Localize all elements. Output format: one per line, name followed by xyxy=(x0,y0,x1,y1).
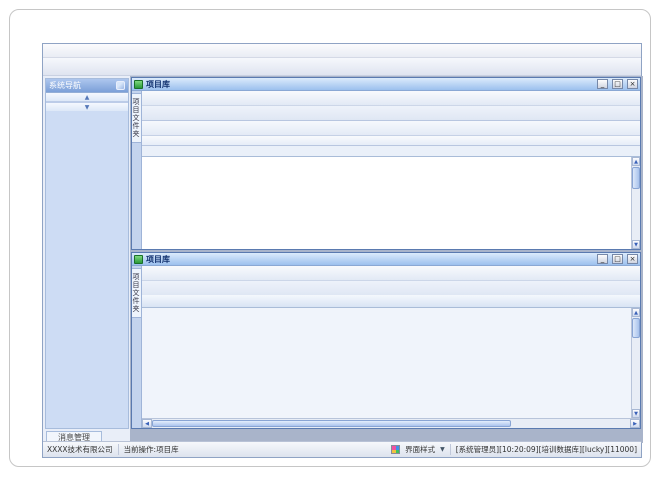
close-button[interactable]: × xyxy=(627,254,638,264)
interface-style-button[interactable]: 界面样式 xyxy=(405,444,435,455)
app-window: 系统导航 ▲ ▼ 消息管理 项目库 _ □ × 项目文件夹 xyxy=(42,43,642,458)
table-vertical-scrollbar[interactable]: ▲ ▼ xyxy=(631,308,640,418)
gantt-tab-strip xyxy=(142,106,640,120)
current-operation: 当前操作:项目库 xyxy=(124,444,179,455)
side-tabstrip: 项目文件夹 xyxy=(132,266,142,428)
project-window-icon xyxy=(134,80,143,89)
sidebar-title: 系统导航 xyxy=(49,80,81,91)
minimize-button[interactable]: _ xyxy=(597,254,608,264)
pin-icon[interactable] xyxy=(116,81,125,90)
scroll-down-arrow[interactable]: ▼ xyxy=(632,409,640,418)
table-window-title: 项目库 xyxy=(146,254,593,265)
outer-card: 系统导航 ▲ ▼ 消息管理 项目库 _ □ × 项目文件夹 xyxy=(9,9,651,467)
chevron-down-icon[interactable]: ▼ xyxy=(440,446,445,453)
scroll-down-arrow[interactable]: ▼ xyxy=(632,240,640,249)
scroll-up-arrow[interactable]: ▲ xyxy=(632,308,640,317)
sidebar-header: 系统导航 xyxy=(46,79,128,93)
table-header xyxy=(142,295,640,308)
table-horizontal-scrollbar[interactable]: ◀ ▶ xyxy=(142,418,640,428)
filter-toolbar xyxy=(142,266,640,281)
gantt-month-header xyxy=(142,136,640,146)
scroll-thumb[interactable] xyxy=(632,318,640,338)
session-info: [系统管理员][10:20:09][培训数据库][lucky][11000] xyxy=(456,444,637,455)
scroll-thumb[interactable] xyxy=(152,420,511,427)
interface-style-icon xyxy=(391,445,400,454)
table-window-titlebar[interactable]: 项目库 _ □ × xyxy=(132,253,640,266)
filter-toolbar xyxy=(142,91,640,106)
scroll-up-arrow[interactable]: ▲ xyxy=(632,157,640,166)
scroll-right-arrow[interactable]: ▶ xyxy=(630,419,640,428)
gantt-window-title: 项目库 xyxy=(146,79,593,90)
scroll-left-arrow[interactable]: ◀ xyxy=(142,419,152,428)
scroll-thumb[interactable] xyxy=(632,167,640,189)
gantt-chart xyxy=(142,157,631,249)
gantt-window: 项目库 _ □ × 项目文件夹 ▲ xyxy=(131,77,641,250)
minimize-button[interactable]: _ xyxy=(597,79,608,89)
mdi-area: 项目库 _ □ × 项目文件夹 ▲ xyxy=(130,76,643,443)
gantt-toolbar xyxy=(142,120,640,136)
side-tabstrip: 项目文件夹 xyxy=(132,91,142,249)
sidebar: 系统导航 ▲ ▼ xyxy=(45,78,129,429)
gantt-day-header xyxy=(142,146,640,157)
gantt-vertical-scrollbar[interactable]: ▲ ▼ xyxy=(631,157,640,249)
company-name: XXXX技术有限公司 xyxy=(47,444,113,455)
status-bar: XXXX技术有限公司 当前操作:项目库 界面样式 ▼ [系统管理员][10:20… xyxy=(43,441,641,457)
main-toolbar xyxy=(43,58,641,76)
table-window: 项目库 _ □ × 项目文件夹 ▲ xyxy=(131,252,641,429)
project-window-icon xyxy=(134,255,143,264)
tab-project-folder[interactable]: 项目文件夹 xyxy=(132,93,142,143)
tab-project-folder[interactable]: 项目文件夹 xyxy=(132,268,142,318)
close-button[interactable]: × xyxy=(627,79,638,89)
gantt-window-titlebar[interactable]: 项目库 _ □ × xyxy=(132,78,640,91)
table-tab-strip xyxy=(142,281,640,295)
maximize-button[interactable]: □ xyxy=(612,79,623,89)
sidebar-scroll-down[interactable]: ▼ xyxy=(46,102,128,111)
sidebar-scroll-up[interactable]: ▲ xyxy=(46,93,128,102)
maximize-button[interactable]: □ xyxy=(612,254,623,264)
menu-bar xyxy=(43,44,641,58)
